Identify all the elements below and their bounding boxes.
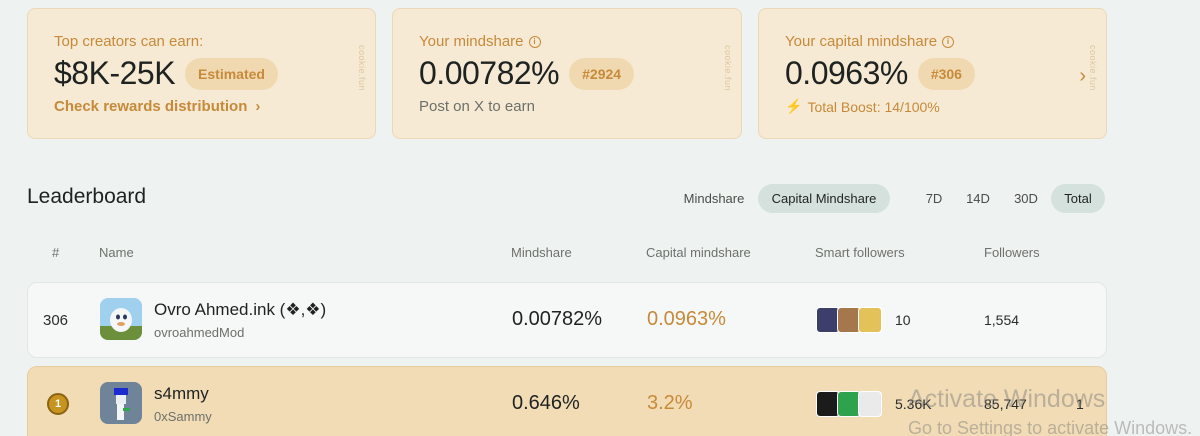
mindshare-label: Your mindshare <box>419 33 524 50</box>
table-row[interactable]: 306 Ovro Ahmed.ink (❖,❖) ovroahmedMod 0.… <box>27 282 1107 358</box>
user-name[interactable]: s4mmy <box>154 384 209 404</box>
os-activation-watermark: Activate Windows <box>908 385 1106 413</box>
smart-follower-avatars <box>816 391 882 417</box>
capital-mindshare-label: Your capital mindshare <box>785 33 938 50</box>
tab-capital-mindshare[interactable]: Capital Mindshare <box>758 184 890 213</box>
cookie-fun-watermark: cookie.fun <box>1088 45 1098 92</box>
capital-mindshare-card[interactable]: Your capital mindshare i 0.0963% #306 ⚡ … <box>758 8 1107 139</box>
tab-period-30d[interactable]: 30D <box>1004 184 1048 213</box>
estimated-badge: Estimated <box>185 57 278 90</box>
tab-period-14d[interactable]: 14D <box>958 184 998 213</box>
row-rank: 306 <box>43 312 69 329</box>
user-handle: ovroahmedMod <box>154 325 245 340</box>
avatar <box>100 298 142 340</box>
mindshare-card: Your mindshare i 0.00782% #2924 Post on … <box>392 8 742 139</box>
mindshare-hint: Post on X to earn <box>419 98 535 115</box>
rewards-distribution-label: Check rewards distribution <box>54 98 248 115</box>
smart-follower-avatar <box>858 307 882 333</box>
rewards-distribution-link[interactable]: Check rewards distribution › <box>54 98 375 115</box>
row-mindshare: 0.646% <box>512 392 580 414</box>
chevron-right-icon[interactable]: › <box>1079 65 1086 88</box>
user-handle: 0xSammy <box>154 409 212 424</box>
row-smart-followers: 10 <box>895 312 911 328</box>
row-mindshare: 0.00782% <box>512 308 603 330</box>
column-header-name: Name <box>99 245 134 260</box>
tab-period-total[interactable]: Total <box>1051 184 1105 213</box>
smart-follower-avatars <box>816 307 882 333</box>
mindshare-value: 0.00782% <box>419 55 560 91</box>
rank-medal-icon: 1 <box>47 393 69 415</box>
info-icon[interactable]: i <box>528 35 541 48</box>
column-header-capital-mindshare[interactable]: Capital mindshare <box>646 245 751 260</box>
column-header-followers[interactable]: Followers <box>984 245 1040 260</box>
avatar <box>100 382 142 424</box>
earnings-label: Top creators can earn: <box>54 33 204 50</box>
total-boost-text: Total Boost: 14/100% <box>807 98 940 115</box>
row-capital-mindshare: 0.0963% <box>647 308 726 330</box>
smart-follower-avatar <box>858 391 882 417</box>
cookie-fun-watermark: cookie.fun <box>723 45 733 92</box>
lightning-icon: ⚡ <box>785 98 803 114</box>
capital-rank-badge: #306 <box>917 57 975 90</box>
mindshare-rank-badge: #2924 <box>569 57 635 90</box>
leaderboard-title: Leaderboard <box>27 185 147 208</box>
tab-mindshare[interactable]: Mindshare <box>674 184 754 213</box>
earnings-amount: $8K-25K <box>54 55 176 91</box>
cookie-fun-watermark: cookie.fun <box>357 45 367 92</box>
column-header-mindshare[interactable]: Mindshare <box>511 245 572 260</box>
user-name[interactable]: Ovro Ahmed.ink (❖,❖) <box>154 300 326 320</box>
column-header-rank: # <box>52 245 60 260</box>
tab-period-7d[interactable]: 7D <box>916 184 952 213</box>
info-icon[interactable]: i <box>942 35 955 48</box>
chevron-right-icon: › <box>255 98 261 115</box>
row-capital-mindshare: 3.2% <box>647 392 693 414</box>
capital-mindshare-value: 0.0963% <box>785 55 908 91</box>
column-header-smart-followers[interactable]: Smart followers <box>815 245 905 260</box>
earnings-card: Top creators can earn: $8K-25K Estimated… <box>27 8 376 139</box>
os-activation-hint: Go to Settings to activate Windows. <box>908 418 1193 436</box>
row-followers: 1,554 <box>984 312 1020 328</box>
